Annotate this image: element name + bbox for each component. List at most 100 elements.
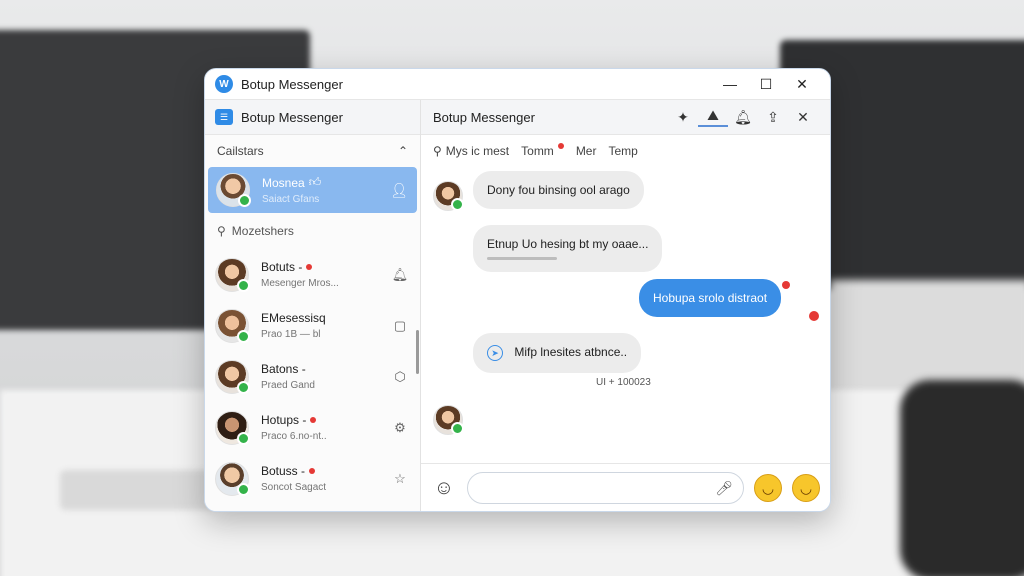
- chat-filter-bar: ⚲ Mys ic mest Tomm Mer Temp: [421, 135, 830, 167]
- person-icon[interactable]: 👤︎: [389, 182, 409, 199]
- online-status-icon: [451, 198, 464, 211]
- unread-dot-icon: [557, 143, 564, 149]
- avatar: [433, 181, 464, 211]
- contact-item[interactable]: Hotups - Praco 6.no-nt.. ⚙: [205, 402, 420, 453]
- contact-name: Batons -: [261, 362, 306, 376]
- online-status-icon: [237, 482, 250, 496]
- messenger-window: W Botup Messenger — ☐ ✕ ☰ Botup Messenge…: [204, 68, 831, 512]
- window-title: Botup Messenger: [241, 76, 343, 92]
- message-input[interactable]: [478, 480, 716, 496]
- contact-item-active[interactable]: Mosnea 👍︎ Saiact Gfans 👤︎: [208, 167, 417, 213]
- search-icon: ⚲: [217, 224, 226, 238]
- contact-item[interactable]: Botuss - Soncot Sagact ☆: [205, 453, 420, 504]
- filter-item[interactable]: Temp: [608, 144, 637, 158]
- online-status-icon: [238, 194, 251, 207]
- chat-header: Botup Messenger ✦ ⛰ 🔔︎ ⇪ ✕: [421, 100, 830, 135]
- avatar: [216, 173, 251, 207]
- chevron-up-icon[interactable]: ⌃: [398, 144, 408, 158]
- title-bar: W Botup Messenger — ☐ ✕: [205, 69, 830, 100]
- contact-subtitle: Mesenger Mros...: [261, 278, 339, 289]
- contact-subtitle: Praed Gand: [261, 380, 315, 391]
- filter-item[interactable]: Mer: [576, 144, 597, 158]
- maximize-button[interactable]: ☐: [748, 69, 784, 99]
- search-label: Mozetshers: [231, 224, 294, 238]
- bell-icon[interactable]: 🔔︎: [390, 267, 410, 283]
- star-icon[interactable]: ☆: [390, 471, 410, 487]
- online-status-icon: [237, 278, 250, 292]
- unread-dot-icon: [306, 264, 313, 270]
- contact-subtitle: Prao 1B — bl: [261, 329, 321, 340]
- online-status-icon: [237, 380, 250, 394]
- smiley-emoji-icon[interactable]: ◡: [792, 474, 820, 502]
- message-input-wrapper[interactable]: 🎤︎: [467, 472, 744, 504]
- minimize-button[interactable]: —: [712, 69, 748, 99]
- contact-subtitle: Praco 6.no-nt..: [261, 431, 327, 442]
- message-text: Etnup Uo hesing bt my oaae...: [487, 237, 649, 251]
- avatar: [215, 308, 250, 343]
- bg-keyboard: [60, 470, 220, 510]
- contact-item[interactable]: Botuts - Mesenger Mros... 🔔︎: [205, 249, 420, 300]
- online-status-icon: [451, 422, 464, 435]
- hexagon-icon[interactable]: ⬡: [390, 369, 410, 385]
- image-icon[interactable]: ⛰: [698, 107, 728, 127]
- online-status-icon: [237, 431, 250, 445]
- bell-icon[interactable]: 🔔︎: [728, 109, 758, 126]
- contact-name: Botuss -: [261, 464, 306, 478]
- contact-item[interactable]: EMesessisq Prao 1B — bl ▢: [205, 300, 420, 351]
- message-text: Dony fou binsing ool arago: [487, 183, 630, 197]
- avatar: [215, 359, 250, 394]
- contacts-section-header[interactable]: Cailstars ⌃: [205, 135, 420, 167]
- gear-icon[interactable]: ⚙: [390, 420, 410, 436]
- contact-name: Mosnea: [262, 175, 305, 190]
- error-dot-icon: [809, 311, 819, 321]
- compass-icon: ➤: [487, 345, 503, 361]
- contact-name: Botuts -: [261, 260, 303, 274]
- close-button[interactable]: ✕: [784, 69, 820, 99]
- chat-title: Botup Messenger: [433, 109, 535, 125]
- close-chat-icon[interactable]: ✕: [788, 109, 818, 126]
- unread-dot-icon: [310, 417, 317, 423]
- avatar: [433, 405, 464, 435]
- message-timestamp: UI + 100023: [596, 377, 651, 388]
- contact-name: EMesessisq: [261, 311, 326, 325]
- share-icon[interactable]: ⇪: [758, 109, 788, 126]
- online-status-icon: [237, 329, 250, 343]
- avatar: [215, 461, 250, 496]
- sidebar-title: Botup Messenger: [241, 109, 343, 125]
- contact-subtitle: Saiact Gfans: [262, 194, 320, 205]
- app-logo-icon: W: [215, 75, 233, 93]
- contact-subtitle: Soncot Sagact: [261, 482, 327, 493]
- message-text: Hobupa srolo distraot: [653, 291, 768, 305]
- pin-icon[interactable]: ✦: [668, 109, 698, 126]
- sidebar-scrollbar[interactable]: [416, 330, 419, 374]
- message-text: Mifp lnesites atbnce..: [514, 345, 628, 360]
- avatar: [215, 257, 250, 292]
- emoji-picker-icon[interactable]: ☺: [431, 475, 457, 501]
- progress-bar: [487, 257, 557, 260]
- message-bubble-incoming[interactable]: Etnup Uo hesing bt my oaae...: [473, 225, 663, 272]
- contact-item[interactable]: Batons - Praed Gand ⬡: [205, 351, 420, 402]
- unread-dot-icon: [309, 468, 316, 474]
- message-composer: ☺ 🎤︎ ◡ ◡: [421, 463, 830, 511]
- menu-logo-icon[interactable]: ☰: [215, 109, 233, 125]
- message-bubble-outgoing[interactable]: Hobupa srolo distraot: [639, 279, 782, 317]
- bg-chair: [900, 380, 1024, 576]
- message-bubble-incoming[interactable]: Dony fou binsing ool arago: [473, 171, 644, 209]
- microphone-icon[interactable]: 🎤︎: [715, 480, 733, 497]
- message-list: Dony fou binsing ool arago Etnup Uo hesi…: [421, 167, 830, 465]
- chat-panel: Botup Messenger ✦ ⛰ 🔔︎ ⇪ ✕ ⚲ Mys ic mest…: [421, 100, 830, 511]
- contact-name: Hotups -: [261, 413, 307, 427]
- section-label: Cailstars: [217, 144, 264, 158]
- filter-item[interactable]: Tomm: [521, 144, 554, 158]
- avatar: [215, 410, 250, 445]
- sidebar-header: ☰ Botup Messenger: [205, 100, 420, 135]
- thumbs-up-icon: 👍︎: [308, 175, 322, 189]
- unread-dot-icon: [782, 281, 790, 289]
- filter-item[interactable]: Mys ic mest: [446, 144, 509, 158]
- chat-icon[interactable]: ▢: [390, 318, 410, 334]
- contacts-search[interactable]: ⚲ Mozetshers: [205, 213, 420, 249]
- message-bubble-incoming[interactable]: ➤ Mifp lnesites atbnce..: [473, 333, 642, 373]
- search-icon[interactable]: ⚲: [433, 144, 442, 158]
- smiley-emoji-icon[interactable]: ◡: [754, 474, 782, 502]
- sidebar: ☰ Botup Messenger Cailstars ⌃ Mosnea 👍︎ …: [205, 100, 421, 511]
